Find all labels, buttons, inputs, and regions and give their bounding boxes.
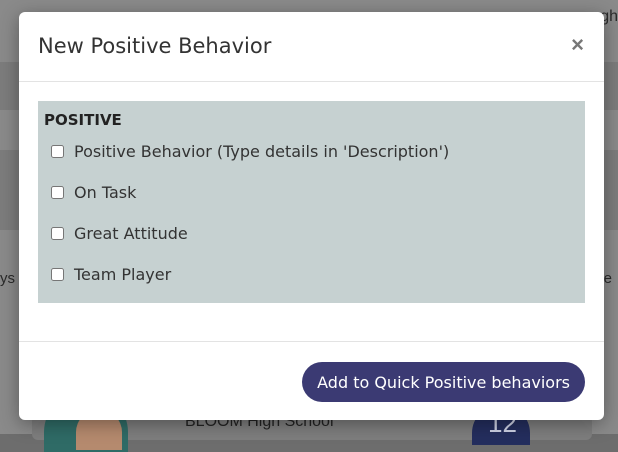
close-icon[interactable]: × — [571, 34, 584, 56]
background-left-text: ys — [0, 270, 15, 287]
behavior-option-label: Positive Behavior (Type details in 'Desc… — [74, 142, 450, 161]
behavior-option-label: On Task — [74, 183, 137, 202]
behavior-option[interactable]: On Task — [51, 183, 136, 202]
behavior-list-panel: POSITIVE Positive Behavior (Type details… — [38, 101, 585, 303]
behavior-option[interactable]: Team Player — [51, 265, 171, 284]
behavior-option-label: Team Player — [74, 265, 172, 284]
modal-footer: Add to Quick Positive behaviors — [19, 341, 604, 420]
modal-body: POSITIVE Positive Behavior (Type details… — [19, 82, 604, 340]
behavior-checkbox[interactable] — [51, 227, 64, 240]
behavior-option[interactable]: Positive Behavior (Type details in 'Desc… — [51, 142, 449, 161]
behavior-checkbox[interactable] — [51, 268, 64, 281]
section-heading: POSITIVE — [44, 111, 122, 129]
modal-header: New Positive Behavior × — [19, 12, 604, 82]
behavior-option-label: Great Attitude — [74, 224, 188, 243]
add-to-quick-positive-behaviors-button[interactable]: Add to Quick Positive behaviors — [302, 362, 585, 402]
new-positive-behavior-modal: New Positive Behavior × POSITIVE Positiv… — [19, 12, 604, 420]
behavior-checkbox[interactable] — [51, 145, 64, 158]
modal-title: New Positive Behavior — [38, 34, 272, 58]
behavior-option[interactable]: Great Attitude — [51, 224, 188, 243]
behavior-checkbox[interactable] — [51, 186, 64, 199]
background-right-text: e — [603, 270, 612, 287]
